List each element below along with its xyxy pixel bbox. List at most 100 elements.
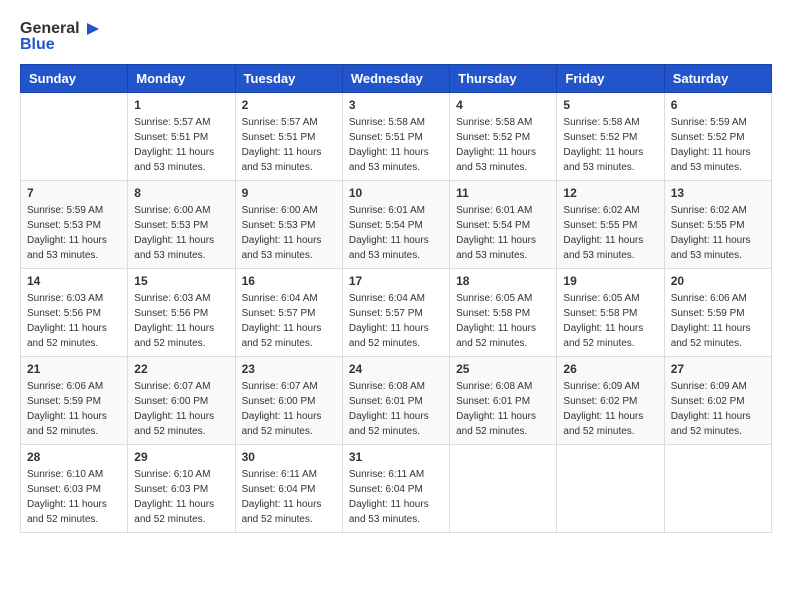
day-number: 25 xyxy=(456,362,550,376)
day-number: 14 xyxy=(27,274,121,288)
day-number: 5 xyxy=(563,98,657,112)
day-cell: 3 Sunrise: 5:58 AMSunset: 5:51 PMDaylight… xyxy=(342,92,449,180)
day-cell: 20Sunrise: 6:06 AMSunset: 5:59 PMDayligh… xyxy=(664,268,771,356)
day-cell: 15 Sunrise: 6:03 AMSunset: 5:56 PMDayligh… xyxy=(128,268,235,356)
day-number: 6 xyxy=(671,98,765,112)
day-number: 20 xyxy=(671,274,765,288)
day-number: 30 xyxy=(242,450,336,464)
day-info: Sunrise: 6:03 AMSunset: 5:56 PMDaylight:… xyxy=(134,291,228,351)
day-info: Sunrise: 6:10 AMSunset: 6:03 PMDaylight:… xyxy=(134,467,228,527)
day-cell: 21Sunrise: 6:06 AMSunset: 5:59 PMDayligh… xyxy=(21,356,128,444)
day-info: Sunrise: 6:03 AMSunset: 5:56 PMDaylight:… xyxy=(27,291,121,351)
day-info: Sunrise: 6:04 AMSunset: 5:57 PMDaylight:… xyxy=(242,291,336,351)
day-info: Sunrise: 6:08 AMSunset: 6:01 PMDaylight:… xyxy=(349,379,443,439)
day-info: Sunrise: 5:58 AMSunset: 5:52 PMDaylight:… xyxy=(456,115,550,175)
logo-blue: Blue xyxy=(20,36,100,54)
day-info: Sunrise: 6:09 AMSunset: 6:02 PMDaylight:… xyxy=(563,379,657,439)
day-cell: 19Sunrise: 6:05 AMSunset: 5:58 PMDayligh… xyxy=(557,268,664,356)
day-info: Sunrise: 5:57 AMSunset: 5:51 PMDaylight:… xyxy=(134,115,228,175)
day-info: Sunrise: 5:58 AMSunset: 5:51 PMDaylight:… xyxy=(349,115,443,175)
day-number: 15 xyxy=(134,274,228,288)
day-cell xyxy=(664,444,771,532)
day-number: 3 xyxy=(349,98,443,112)
day-info: Sunrise: 6:10 AMSunset: 6:03 PMDaylight:… xyxy=(27,467,121,527)
calendar-header-row: SundayMondayTuesdayWednesdayThursdayFrid… xyxy=(21,64,772,92)
calendar-table: SundayMondayTuesdayWednesdayThursdayFrid… xyxy=(20,64,772,533)
day-number: 7 xyxy=(27,186,121,200)
day-cell: 24 Sunrise: 6:08 AMSunset: 6:01 PMDayligh… xyxy=(342,356,449,444)
day-info: Sunrise: 6:01 AMSunset: 5:54 PMDaylight:… xyxy=(456,203,550,263)
day-cell: 28 Sunrise: 6:10 AMSunset: 6:03 PMDayligh… xyxy=(21,444,128,532)
day-number: 27 xyxy=(671,362,765,376)
day-cell: 26 Sunrise: 6:09 AMSunset: 6:02 PMDayligh… xyxy=(557,356,664,444)
day-info: Sunrise: 5:59 AMSunset: 5:52 PMDaylight:… xyxy=(671,115,765,175)
day-number: 1 xyxy=(134,98,228,112)
day-number: 28 xyxy=(27,450,121,464)
header-tuesday: Tuesday xyxy=(235,64,342,92)
day-info: Sunrise: 6:08 AMSunset: 6:01 PMDaylight:… xyxy=(456,379,550,439)
day-number: 2 xyxy=(242,98,336,112)
logo: General Blue xyxy=(20,20,100,54)
day-number: 9 xyxy=(242,186,336,200)
day-info: Sunrise: 6:02 AMSunset: 5:55 PMDaylight:… xyxy=(671,203,765,263)
day-number: 16 xyxy=(242,274,336,288)
day-number: 17 xyxy=(349,274,443,288)
day-number: 22 xyxy=(134,362,228,376)
day-info: Sunrise: 6:04 AMSunset: 5:57 PMDaylight:… xyxy=(349,291,443,351)
day-cell: 30 Sunrise: 6:11 AMSunset: 6:04 PMDayligh… xyxy=(235,444,342,532)
day-cell: 23 Sunrise: 6:07 AMSunset: 6:00 PMDayligh… xyxy=(235,356,342,444)
day-cell: 13Sunrise: 6:02 AMSunset: 5:55 PMDayligh… xyxy=(664,180,771,268)
day-cell: 31 Sunrise: 6:11 AMSunset: 6:04 PMDayligh… xyxy=(342,444,449,532)
day-info: Sunrise: 6:00 AMSunset: 5:53 PMDaylight:… xyxy=(242,203,336,263)
day-cell: 5Sunrise: 5:58 AMSunset: 5:52 PMDaylight… xyxy=(557,92,664,180)
day-cell: 7 Sunrise: 5:59 AMSunset: 5:53 PMDaylight… xyxy=(21,180,128,268)
header-thursday: Thursday xyxy=(450,64,557,92)
day-info: Sunrise: 5:57 AMSunset: 5:51 PMDaylight:… xyxy=(242,115,336,175)
page-header: General Blue xyxy=(20,20,772,54)
day-cell xyxy=(21,92,128,180)
day-number: 23 xyxy=(242,362,336,376)
day-info: Sunrise: 6:07 AMSunset: 6:00 PMDaylight:… xyxy=(242,379,336,439)
day-cell xyxy=(450,444,557,532)
header-sunday: Sunday xyxy=(21,64,128,92)
day-info: Sunrise: 6:11 AMSunset: 6:04 PMDaylight:… xyxy=(242,467,336,527)
day-number: 18 xyxy=(456,274,550,288)
day-cell: 11 Sunrise: 6:01 AMSunset: 5:54 PMDayligh… xyxy=(450,180,557,268)
day-number: 8 xyxy=(134,186,228,200)
day-number: 26 xyxy=(563,362,657,376)
week-row-0: 1 Sunrise: 5:57 AMSunset: 5:51 PMDaylight… xyxy=(21,92,772,180)
day-cell: 8Sunrise: 6:00 AMSunset: 5:53 PMDaylight… xyxy=(128,180,235,268)
day-number: 24 xyxy=(349,362,443,376)
day-cell: 4 Sunrise: 5:58 AMSunset: 5:52 PMDaylight… xyxy=(450,92,557,180)
day-cell: 17 Sunrise: 6:04 AMSunset: 5:57 PMDayligh… xyxy=(342,268,449,356)
day-cell: 22Sunrise: 6:07 AMSunset: 6:00 PMDayligh… xyxy=(128,356,235,444)
week-row-4: 28 Sunrise: 6:10 AMSunset: 6:03 PMDayligh… xyxy=(21,444,772,532)
day-number: 12 xyxy=(563,186,657,200)
day-info: Sunrise: 6:06 AMSunset: 5:59 PMDaylight:… xyxy=(27,379,121,439)
day-cell xyxy=(557,444,664,532)
day-cell: 14 Sunrise: 6:03 AMSunset: 5:56 PMDayligh… xyxy=(21,268,128,356)
day-info: Sunrise: 6:05 AMSunset: 5:58 PMDaylight:… xyxy=(563,291,657,351)
week-row-2: 14 Sunrise: 6:03 AMSunset: 5:56 PMDayligh… xyxy=(21,268,772,356)
day-cell: 6 Sunrise: 5:59 AMSunset: 5:52 PMDaylight… xyxy=(664,92,771,180)
week-row-3: 21Sunrise: 6:06 AMSunset: 5:59 PMDayligh… xyxy=(21,356,772,444)
day-cell: 1 Sunrise: 5:57 AMSunset: 5:51 PMDaylight… xyxy=(128,92,235,180)
day-info: Sunrise: 5:59 AMSunset: 5:53 PMDaylight:… xyxy=(27,203,121,263)
day-number: 29 xyxy=(134,450,228,464)
day-info: Sunrise: 6:01 AMSunset: 5:54 PMDaylight:… xyxy=(349,203,443,263)
header-wednesday: Wednesday xyxy=(342,64,449,92)
day-number: 11 xyxy=(456,186,550,200)
day-info: Sunrise: 6:11 AMSunset: 6:04 PMDaylight:… xyxy=(349,467,443,527)
day-cell: 27Sunrise: 6:09 AMSunset: 6:02 PMDayligh… xyxy=(664,356,771,444)
day-cell: 16 Sunrise: 6:04 AMSunset: 5:57 PMDayligh… xyxy=(235,268,342,356)
day-number: 4 xyxy=(456,98,550,112)
day-number: 10 xyxy=(349,186,443,200)
header-friday: Friday xyxy=(557,64,664,92)
day-cell: 18Sunrise: 6:05 AMSunset: 5:58 PMDayligh… xyxy=(450,268,557,356)
header-monday: Monday xyxy=(128,64,235,92)
day-cell: 9 Sunrise: 6:00 AMSunset: 5:53 PMDaylight… xyxy=(235,180,342,268)
header-saturday: Saturday xyxy=(664,64,771,92)
day-info: Sunrise: 6:02 AMSunset: 5:55 PMDaylight:… xyxy=(563,203,657,263)
logo-container: General Blue xyxy=(20,20,100,54)
day-number: 31 xyxy=(349,450,443,464)
